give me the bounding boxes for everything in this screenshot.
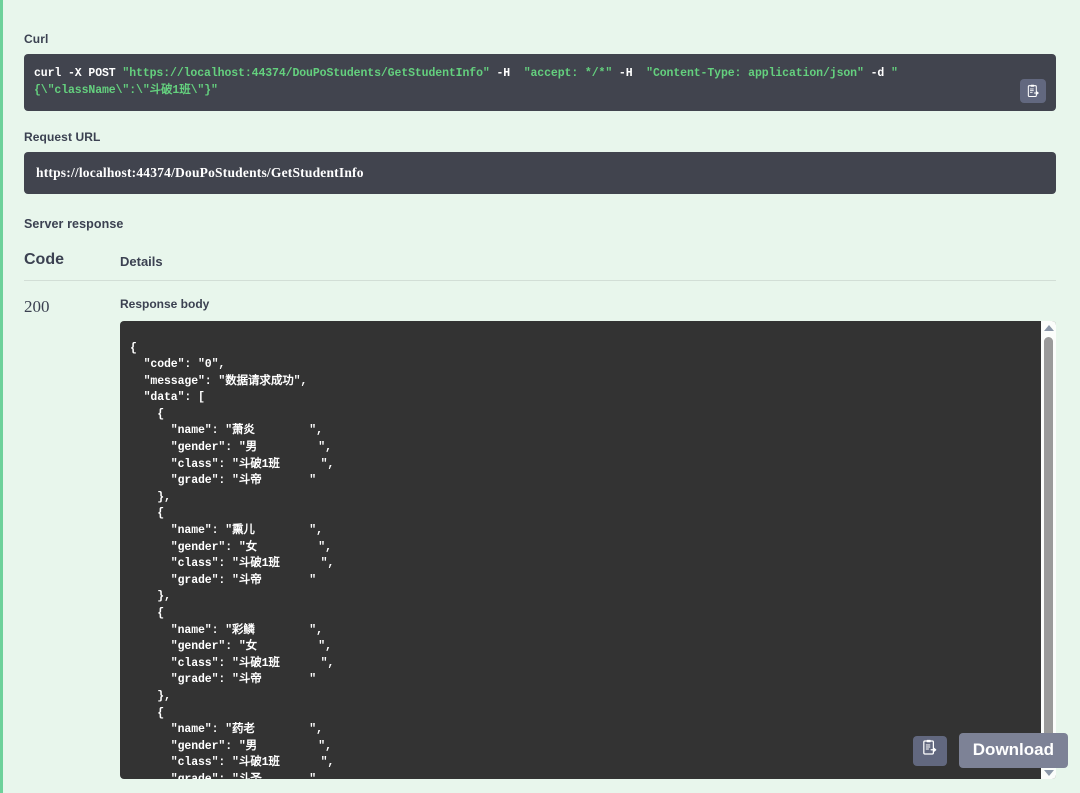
curl-d-flag: -d bbox=[864, 67, 891, 80]
response-table-row: 200 Response body { "code": "0", "messag… bbox=[24, 281, 1056, 793]
curl-cmd-prefix: curl -X POST bbox=[34, 67, 122, 80]
caret-up-icon bbox=[1044, 325, 1054, 331]
request-url-label: Request URL bbox=[24, 111, 1056, 144]
column-header-code: Code bbox=[24, 251, 120, 269]
curl-h-flag-2: -H bbox=[612, 67, 639, 80]
request-url-block: https://localhost:44374/DouPoStudents/Ge… bbox=[24, 152, 1056, 194]
response-body-actions: Download bbox=[913, 733, 1068, 768]
curl-h-flag-1: -H bbox=[490, 67, 517, 80]
clipboard-copy-icon bbox=[921, 739, 939, 762]
curl-data-open-quote: " bbox=[891, 67, 898, 80]
clipboard-copy-icon bbox=[1026, 84, 1041, 99]
copy-curl-button[interactable] bbox=[1020, 79, 1046, 103]
response-body-scroll-area[interactable]: { "code": "0", "message": "数据请求成功", "dat… bbox=[120, 321, 1041, 779]
response-body-viewer: { "code": "0", "message": "数据请求成功", "dat… bbox=[120, 321, 1056, 779]
response-details-column: Response body { "code": "0", "message": … bbox=[120, 297, 1056, 793]
caret-down-icon bbox=[1044, 770, 1054, 776]
curl-url-arg: "https://localhost:44374/DouPoStudents/G… bbox=[122, 67, 489, 80]
curl-command-line-2: {\"className\":\"斗破1班\"}" bbox=[34, 82, 1000, 99]
server-response-table: Code Details 200 Response body { "code":… bbox=[24, 251, 1056, 793]
swagger-response-panel: Curl curl -X POST "https://localhost:443… bbox=[0, 0, 1080, 793]
copy-response-button[interactable] bbox=[913, 736, 947, 766]
curl-label: Curl bbox=[24, 0, 1056, 46]
request-url-value: https://localhost:44374/DouPoStudents/Ge… bbox=[36, 165, 1042, 181]
column-header-details: Details bbox=[120, 251, 163, 269]
response-body-label: Response body bbox=[120, 297, 1056, 311]
status-code-value: 200 bbox=[24, 297, 120, 793]
curl-accept-header: "accept: */*" bbox=[517, 67, 612, 80]
response-table-header: Code Details bbox=[24, 251, 1056, 281]
curl-command-block: curl -X POST "https://localhost:44374/Do… bbox=[24, 54, 1056, 111]
scrollbar-thumb[interactable] bbox=[1044, 337, 1053, 741]
scrollbar-up-button[interactable] bbox=[1041, 321, 1056, 334]
server-response-label: Server response bbox=[24, 194, 1056, 231]
curl-command-line-1: curl -X POST "https://localhost:44374/Do… bbox=[34, 65, 1000, 82]
response-body-scrollbar[interactable] bbox=[1041, 321, 1056, 779]
curl-contenttype-header: "Content-Type: application/json" bbox=[639, 67, 863, 80]
download-button[interactable]: Download bbox=[959, 733, 1068, 768]
response-body-json: { "code": "0", "message": "数据请求成功", "dat… bbox=[130, 341, 1041, 780]
